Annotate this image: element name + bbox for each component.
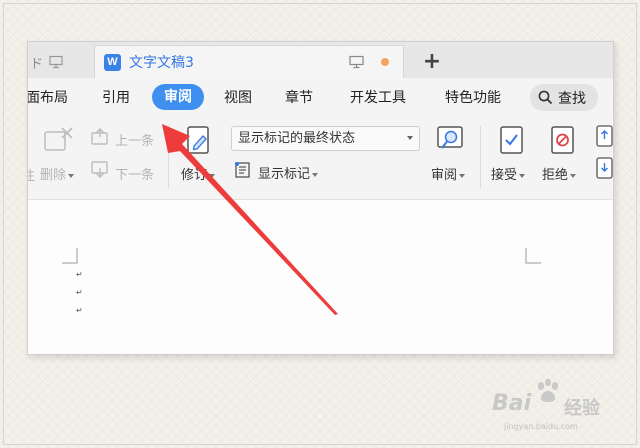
- unsaved-dot-icon: [381, 58, 389, 66]
- reject-label: 拒绝: [542, 168, 569, 183]
- paragraph-mark: ↵: [76, 270, 83, 279]
- paragraph-mark: ↵: [76, 288, 83, 297]
- previous-change-icon[interactable]: [595, 124, 614, 148]
- chevron-down-icon: [519, 173, 526, 178]
- margin-corner-mark: [62, 248, 78, 264]
- toolbar-divider: [168, 126, 169, 188]
- review-pane-button[interactable]: 审阅: [431, 164, 466, 183]
- chevron-down-icon: [209, 173, 216, 178]
- baidu-watermark: Bai 经验 jingyan.baidu.com: [492, 378, 640, 438]
- previous-tab[interactable]: ド: [28, 46, 93, 78]
- watermark-brand: Bai: [492, 391, 532, 416]
- new-tab-button[interactable]: +: [421, 46, 443, 76]
- previous-button[interactable]: 上一条: [115, 130, 154, 149]
- show-markup-label: 显示标记: [258, 167, 311, 182]
- monitor-icon[interactable]: [349, 55, 364, 69]
- previous-tab-label: ド: [30, 56, 44, 72]
- markup-display-select[interactable]: 显示标记的最终状态: [231, 126, 420, 151]
- paw-logo-icon: [537, 378, 559, 402]
- search-button[interactable]: 查找: [530, 84, 598, 111]
- show-markup-icon[interactable]: [234, 161, 252, 179]
- annotation-fragment-label: 注: [28, 165, 35, 184]
- menu-view[interactable]: 视图: [224, 87, 252, 107]
- next-comment-icon[interactable]: [90, 160, 110, 178]
- margin-corner-mark: [525, 248, 541, 264]
- wps-writer-icon: W: [104, 53, 121, 71]
- delete-button[interactable]: 删除: [40, 164, 75, 183]
- track-changes-icon[interactable]: [185, 124, 213, 158]
- document-canvas[interactable]: ↵ ↵ ↵: [28, 200, 613, 354]
- show-markup-button[interactable]: 显示标记: [258, 163, 319, 182]
- toolbar-divider: [480, 126, 481, 188]
- accept-button[interactable]: 接受: [491, 164, 526, 183]
- accept-change-icon[interactable]: [498, 124, 526, 158]
- markup-display-value: 显示标记的最终状态: [238, 131, 356, 146]
- menu-section[interactable]: 章节: [285, 87, 313, 107]
- tab-bar: ド W 文字文稿3 +: [28, 42, 613, 78]
- tab-document[interactable]: W 文字文稿3: [94, 45, 404, 78]
- accept-label: 接受: [491, 168, 518, 183]
- reject-button[interactable]: 拒绝: [542, 164, 577, 183]
- menu-page-layout[interactable]: 面布局: [28, 87, 68, 107]
- review-pane-label: 审阅: [431, 168, 458, 183]
- tab-title: 文字文稿3: [129, 55, 194, 71]
- menu-references[interactable]: 引用: [102, 87, 130, 107]
- chevron-down-icon: [570, 173, 577, 178]
- next-button[interactable]: 下一条: [115, 164, 154, 183]
- menu-developer-tools[interactable]: 开发工具: [350, 87, 406, 107]
- delete-comment-icon[interactable]: [42, 126, 76, 156]
- menu-special-features[interactable]: 特色功能: [445, 87, 501, 107]
- paragraph-mark: ↵: [76, 306, 83, 315]
- chevron-down-icon: [407, 136, 413, 140]
- chevron-down-icon: [68, 173, 75, 178]
- reject-change-icon[interactable]: [549, 124, 577, 158]
- chevron-down-icon: [312, 172, 319, 177]
- search-icon: [538, 90, 553, 105]
- monitor-icon: [49, 55, 63, 69]
- review-toolbar: 注 删除 上一条 下一条 修订 显示标记的最终状态: [28, 116, 614, 200]
- watermark-suffix: 经验: [564, 398, 600, 419]
- next-change-icon[interactable]: [595, 156, 614, 180]
- menu-review[interactable]: 审阅: [152, 84, 204, 110]
- search-label: 查找: [558, 90, 586, 107]
- watermark-url: jingyan.baidu.com: [504, 422, 578, 431]
- track-changes-label: 修订: [181, 168, 208, 183]
- track-changes-button[interactable]: 修订: [181, 164, 216, 183]
- menu-bar: 面布局 引用 审阅 视图 章节 开发工具 特色功能 查找: [28, 78, 613, 116]
- wps-window: ド W 文字文稿3 + 面布局 引用 审阅 视图 章节 开发工具 特色功能 查找…: [27, 41, 614, 355]
- review-pane-icon[interactable]: [435, 124, 465, 158]
- chevron-down-icon: [459, 173, 466, 178]
- previous-comment-icon[interactable]: [90, 128, 110, 146]
- delete-label: 删除: [40, 168, 67, 183]
